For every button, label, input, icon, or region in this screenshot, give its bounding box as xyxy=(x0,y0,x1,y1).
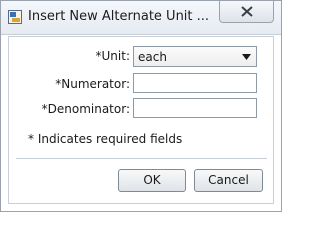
close-button[interactable] xyxy=(219,1,274,23)
numerator-label: *Numerator: xyxy=(55,77,130,91)
divider xyxy=(16,158,267,159)
unit-select-value: each xyxy=(138,50,167,64)
chevron-down-icon xyxy=(242,54,251,60)
dialog-content: *Unit: each *Numerator: *Denominator: * … xyxy=(8,36,274,204)
close-icon xyxy=(241,6,253,17)
unit-label: *Unit: xyxy=(95,49,130,63)
denominator-label: *Denominator: xyxy=(41,102,130,116)
window-title: Insert New Alternate Unit ... xyxy=(28,9,210,24)
title-bar[interactable]: Insert New Alternate Unit ... xyxy=(1,1,281,35)
denominator-input[interactable] xyxy=(133,98,257,118)
dialog-app-icon xyxy=(8,10,22,24)
required-fields-note: * Indicates required fields xyxy=(28,132,183,146)
numerator-input[interactable] xyxy=(133,73,257,93)
dialog-window: Insert New Alternate Unit ... *Unit: eac… xyxy=(0,0,282,212)
cancel-button[interactable]: Cancel xyxy=(194,169,263,192)
unit-select[interactable]: each xyxy=(133,46,257,67)
ok-button[interactable]: OK xyxy=(118,169,186,192)
